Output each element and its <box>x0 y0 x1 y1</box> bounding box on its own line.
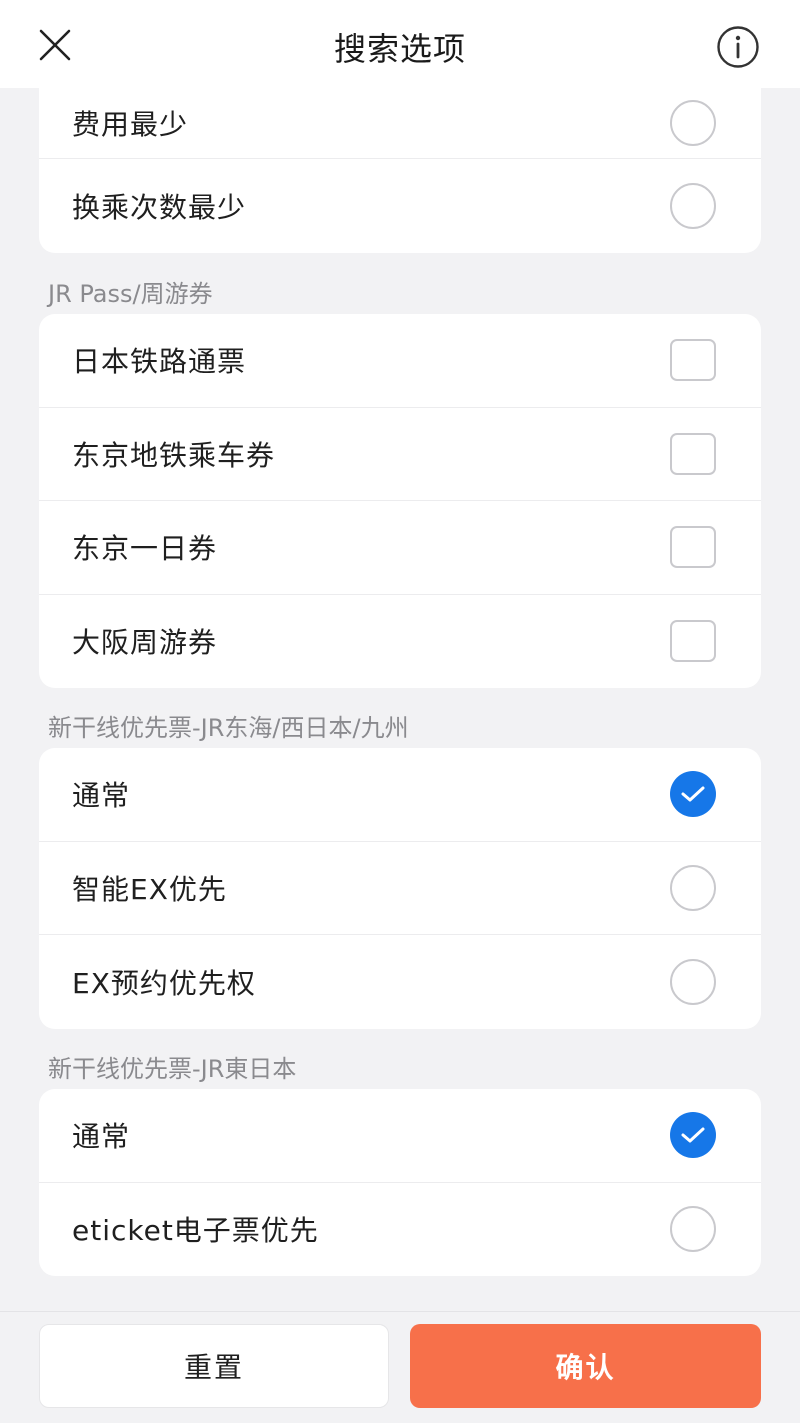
section-title-jr-pass: JR Pass/周游券 <box>48 280 213 308</box>
footer-bar: 重置 确认 <box>0 1311 800 1423</box>
option-row-eticket-priority[interactable]: eticket电子票优先 <box>39 1183 761 1277</box>
radio-button[interactable] <box>670 864 716 911</box>
shinkansen-east-card: 通常 eticket电子票优先 <box>39 1089 761 1276</box>
option-label: 智能EX优先 <box>72 872 227 906</box>
jr-pass-card: 日本铁路通票 东京地铁乘车券 东京一日券 大阪周游券 <box>39 314 761 688</box>
option-row-fewest-transfers[interactable]: 换乘次数最少 <box>39 159 761 253</box>
option-label: 东京地铁乘车券 <box>72 438 276 472</box>
option-row-smart-ex-priority[interactable]: 智能EX优先 <box>39 842 761 935</box>
checkbox[interactable] <box>670 432 716 475</box>
checkbox[interactable] <box>670 620 716 663</box>
option-row-tokyo-metro-ticket[interactable]: 东京地铁乘车券 <box>39 408 761 501</box>
option-label: eticket电子票优先 <box>72 1214 319 1248</box>
option-row-ex-reservation-priority[interactable]: EX预约优先权 <box>39 935 761 1029</box>
option-label: 通常 <box>72 1120 131 1154</box>
option-label: 换乘次数最少 <box>72 190 247 224</box>
checkmark-icon <box>681 1127 705 1143</box>
option-label: EX预约优先权 <box>72 966 256 1000</box>
checkbox[interactable] <box>670 339 716 382</box>
option-label: 大阪周游券 <box>72 626 218 660</box>
option-row-japan-rail-pass[interactable]: 日本铁路通票 <box>39 314 761 408</box>
section-title-shinkansen-west: 新干线优先票-JR东海/西日本/九州 <box>48 714 409 742</box>
checkbox[interactable] <box>670 526 716 569</box>
checkmark-icon <box>681 786 705 802</box>
option-label: 通常 <box>72 779 131 813</box>
shinkansen-west-card: 通常 智能EX优先 EX预约优先权 <box>39 748 761 1029</box>
radio-button[interactable] <box>670 958 716 1005</box>
option-row-normal[interactable]: 通常 <box>39 1089 761 1183</box>
page-title: 搜索选项 <box>333 30 466 68</box>
option-row-tokyo-one-day-pass[interactable]: 东京一日券 <box>39 501 761 595</box>
info-icon <box>717 26 759 68</box>
option-label: 东京一日券 <box>72 532 218 566</box>
radio-button[interactable] <box>670 100 716 146</box>
option-row-normal[interactable]: 通常 <box>39 748 761 842</box>
radio-button[interactable] <box>670 1206 716 1253</box>
reset-button[interactable]: 重置 <box>39 1324 389 1408</box>
option-label: 日本铁路通票 <box>72 345 247 379</box>
radio-button-selected[interactable] <box>670 771 716 818</box>
sort-options-card: 费用最少 换乘次数最少 <box>39 88 761 253</box>
option-row-lowest-fare[interactable]: 费用最少 <box>39 88 761 159</box>
radio-button-selected[interactable] <box>670 1112 716 1159</box>
confirm-button[interactable]: 确认 <box>410 1324 761 1408</box>
info-button[interactable] <box>716 25 760 69</box>
option-row-osaka-amazing-pass[interactable]: 大阪周游券 <box>39 595 761 689</box>
option-label: 费用最少 <box>72 108 189 141</box>
section-title-shinkansen-east: 新干线优先票-JR東日本 <box>48 1055 297 1083</box>
header-bar: 搜索选项 <box>0 0 800 88</box>
radio-button[interactable] <box>670 182 716 229</box>
